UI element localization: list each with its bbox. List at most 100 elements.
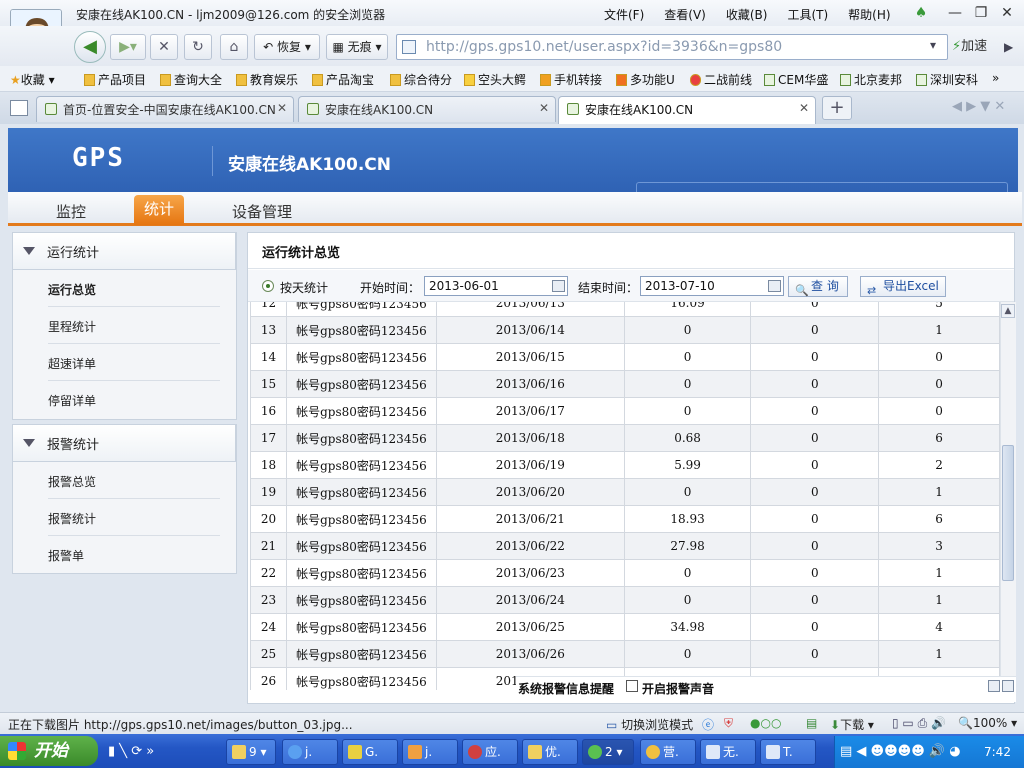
table-row[interactable]: 12 帐号gps80密码123456 2013/06/13 16.09 0 5 [250, 302, 1000, 317]
tab-monitor[interactable]: 监控 [56, 201, 86, 222]
tab-ak100[interactable]: 安康在线AK100.CN ✕ [298, 96, 556, 122]
status-tool-icons[interactable]: ▯ ▭ ⎙ 🔊 [892, 716, 946, 731]
table-row[interactable]: 13 帐号gps80密码123456 2013/06/14 0 0 1 [250, 316, 1000, 344]
tray-icons[interactable]: ▤ ◀ ☻☻☻☻ 🔊 ◕ [840, 744, 961, 759]
sidebar-group-run[interactable]: 运行统计 [12, 232, 236, 270]
calendar-icon[interactable] [768, 280, 781, 292]
sidebar-group-alarm[interactable]: 报警统计 [12, 424, 236, 462]
tab-home[interactable]: 首页-位置安全-中国安康在线AK100.CN ✕ [36, 96, 294, 122]
table-row[interactable]: 23 帐号gps80密码123456 2013/06/24 0 0 1 [250, 586, 1000, 614]
tab-scroll-icons[interactable]: ◀ ▶ ▼ ✕ [952, 99, 1005, 114]
taskbar-button[interactable]: T. [760, 739, 816, 765]
zoom-control[interactable]: 🔍100% ▾ [958, 716, 1017, 730]
tab-statistics[interactable]: 统计 [134, 195, 184, 225]
forward-button[interactable]: ▶▾ [110, 34, 146, 60]
menu-favorites[interactable]: 收藏(B) [726, 6, 768, 23]
taskbar-button[interactable]: 优. [522, 739, 578, 765]
menu-tools[interactable]: 工具(T) [787, 6, 828, 23]
menu-view[interactable]: 查看(V) [664, 6, 706, 23]
close-tab-icon[interactable]: ✕ [799, 101, 809, 115]
minimize-button[interactable]: — [944, 3, 966, 23]
fav-item[interactable]: 查询大全 [160, 71, 222, 88]
scrollbar-thumb[interactable] [1002, 445, 1014, 581]
query-button[interactable]: 🔍 查 询 [788, 276, 848, 297]
fav-item[interactable]: 二战前线 [690, 71, 752, 88]
table-row[interactable]: 15 帐号gps80密码123456 2013/06/16 0 0 0 [250, 370, 1000, 398]
table-row[interactable]: 14 帐号gps80密码123456 2013/06/15 0 0 0 [250, 343, 1000, 371]
fav-item[interactable]: CEM华盛 [764, 71, 828, 88]
stop-button[interactable]: ✕ [150, 34, 178, 60]
table-row[interactable]: 22 帐号gps80密码123456 2013/06/23 0 0 1 [250, 559, 1000, 587]
calendar-icon[interactable] [552, 280, 565, 292]
sidebar-item-stops[interactable]: 停留详单 [14, 381, 234, 418]
fav-item[interactable]: 教育娱乐 [236, 71, 298, 88]
home-button[interactable]: ⌂ [220, 34, 248, 60]
fav-item[interactable]: 深圳安科 [916, 71, 978, 88]
sidebar-item-alarm-stats[interactable]: 报警统计 [14, 499, 234, 536]
alert-sound-checkbox[interactable] [626, 680, 638, 692]
taskbar-button[interactable]: G. [342, 739, 398, 765]
sidebar-item-run-overview[interactable]: 运行总览 [14, 270, 234, 307]
address-dropdown-icon[interactable]: ▾ [930, 38, 936, 52]
sidebar-item-alarm-list[interactable]: 报警单 [14, 536, 234, 573]
sidebar-item-mileage[interactable]: 里程统计 [14, 307, 234, 344]
end-date-input[interactable]: 2013-07-10 [640, 276, 784, 296]
back-button[interactable]: ◀ [74, 31, 106, 63]
chevron-right-icon[interactable]: ▶ [1004, 40, 1013, 54]
table-row[interactable]: 25 帐号gps80密码123456 2013/06/26 0 0 1 [250, 640, 1000, 668]
menu-file[interactable]: 文件(F) [604, 6, 644, 23]
table-row[interactable]: 18 帐号gps80密码123456 2013/06/19 5.99 0 2 [250, 451, 1000, 479]
close-tab-icon[interactable]: ✕ [539, 101, 549, 115]
switch-mode-button[interactable]: ▭ 切换浏览模式 [606, 716, 693, 733]
tab-active[interactable]: 安康在线AK100.CN ✕ [558, 96, 816, 124]
tab-list-icon[interactable] [10, 100, 28, 116]
table-row[interactable]: 24 帐号gps80密码123456 2013/06/25 34.98 0 4 [250, 613, 1000, 641]
speed-button[interactable]: ⚡加速 [952, 34, 1000, 60]
fav-item[interactable]: 多功能U [616, 71, 675, 88]
new-tab-button[interactable]: + [822, 96, 852, 120]
refresh-button[interactable]: ↻ [184, 34, 212, 60]
restore-tabs-button[interactable]: ↶ 恢复 ▾ [254, 34, 320, 60]
fav-item[interactable]: 空头大鳄 [464, 71, 526, 88]
tools-icon[interactable]: ▤ [806, 716, 817, 730]
quick-launch-icons[interactable]: ▮ ╲ ⟳ » [108, 744, 154, 759]
scroll-up-icon[interactable]: ▲ [1001, 304, 1015, 318]
fav-item[interactable]: 北京麦邦 [840, 71, 902, 88]
favorites-menu[interactable]: ★收藏 ▾ [10, 71, 55, 88]
table-row[interactable]: 17 帐号gps80密码123456 2013/06/18 0.68 0 6 [250, 424, 1000, 452]
close-tab-icon[interactable]: ✕ [277, 101, 287, 115]
fav-overflow-icon[interactable]: » [992, 71, 999, 85]
table-row[interactable]: 21 帐号gps80密码123456 2013/06/22 27.98 0 3 [250, 532, 1000, 560]
download-button[interactable]: ⬇下载 ▾ [830, 716, 874, 733]
table-row[interactable]: 20 帐号gps80密码123456 2013/06/21 18.93 0 6 [250, 505, 1000, 533]
taskbar-button[interactable]: 9 ▾ [226, 739, 276, 765]
skin-icon[interactable]: ♠ [910, 3, 932, 23]
taskbar-button[interactable]: 应. [462, 739, 518, 765]
toggle-icon[interactable]: ●○○ [750, 716, 781, 730]
table-row[interactable]: 16 帐号gps80密码123456 2013/06/17 0 0 0 [250, 397, 1000, 425]
start-date-input[interactable]: 2013-06-01 [424, 276, 568, 296]
menu-help[interactable]: 帮助(H) [848, 6, 890, 23]
sidebar-item-speeding[interactable]: 超速详单 [14, 344, 234, 381]
fav-item[interactable]: 手机转接 [540, 71, 602, 88]
close-window-button[interactable]: ✕ [996, 3, 1018, 23]
taskbar-button[interactable]: 营. [640, 739, 696, 765]
taskbar-button[interactable]: j. [282, 739, 338, 765]
sidebar-item-alarm-overview[interactable]: 报警总览 [14, 462, 234, 499]
fav-item[interactable]: 产品淘宝 [312, 71, 374, 88]
maximize-alert-icon[interactable] [1002, 680, 1014, 692]
taskbar-button[interactable]: j. [402, 739, 458, 765]
taskbar-button[interactable]: 无. [700, 739, 756, 765]
fav-item[interactable]: 综合待分 [390, 71, 452, 88]
incognito-button[interactable]: ▦ 无痕 ▾ [326, 34, 388, 60]
ie-icon[interactable]: ⓔ [702, 716, 714, 733]
address-text[interactable]: http://gps.gps10.net/user.aspx?id=3936&n… [426, 39, 782, 55]
shield-icon[interactable]: ⛨ [724, 716, 733, 731]
export-excel-button[interactable]: ⇄ 导出Excel [860, 276, 946, 297]
fav-item[interactable]: 产品项目 [84, 71, 146, 88]
table-row[interactable]: 19 帐号gps80密码123456 2013/06/20 0 0 1 [250, 478, 1000, 506]
minimize-alert-icon[interactable] [988, 680, 1000, 692]
restore-button[interactable]: ❐ [970, 3, 992, 23]
taskbar-button-active[interactable]: 2 ▾ [582, 739, 634, 765]
daily-radio[interactable] [262, 280, 274, 292]
